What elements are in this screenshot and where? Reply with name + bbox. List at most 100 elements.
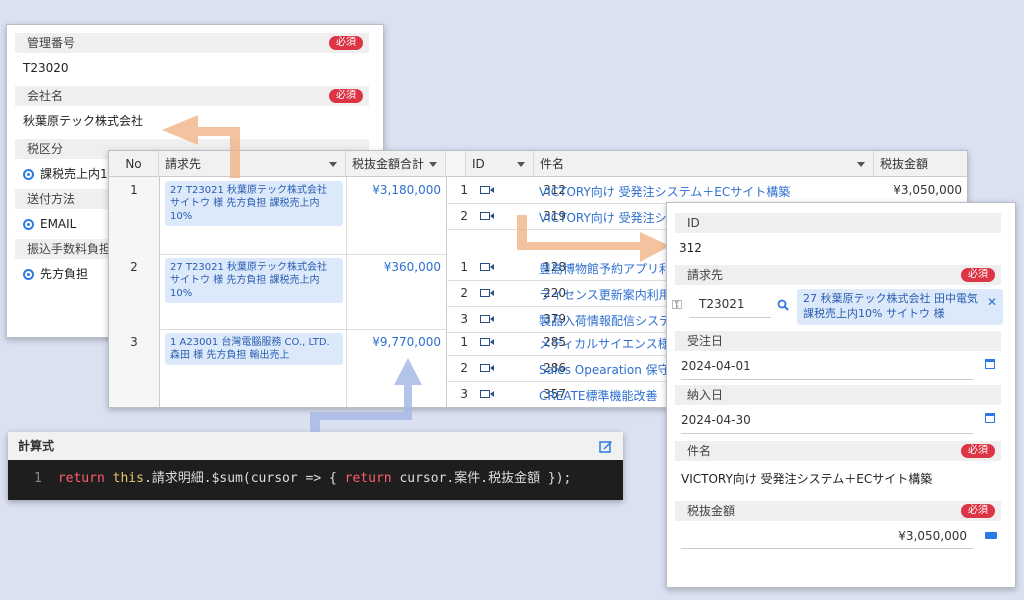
- detail-index: 1: [460, 260, 468, 274]
- formula-code-line[interactable]: 1 return this.請求明細.$sum(cursor => { retur…: [8, 460, 623, 498]
- detail-row-icon[interactable]: [480, 338, 494, 346]
- search-icon[interactable]: [777, 299, 789, 311]
- col-header-no[interactable]: No: [109, 151, 159, 177]
- col-header-amount[interactable]: 税抜金額: [874, 151, 967, 177]
- sort-caret-icon[interactable]: [329, 162, 337, 167]
- amount-input[interactable]: ¥3,050,000: [681, 523, 973, 549]
- key-icon: ⚿: [672, 298, 682, 313]
- column-divider: [346, 177, 347, 407]
- detail-index: 1: [460, 183, 468, 197]
- detail-row-icon[interactable]: [480, 212, 494, 220]
- detail-index: 3: [460, 312, 468, 326]
- col-header-subject[interactable]: 件名: [534, 151, 874, 177]
- amount-label-text: 税抜金額: [687, 504, 736, 518]
- fee-option-label: 先方負担: [40, 267, 89, 281]
- sort-caret-icon[interactable]: [857, 162, 865, 167]
- client-field: ⚿ T23021 27 秋葉原テック株式会社 田中電気 課税売上内10% サイト…: [672, 285, 1003, 331]
- code-keyword: return: [57, 471, 105, 486]
- detail-row-icon[interactable]: [480, 315, 494, 323]
- order-date-field: 2024-04-01: [675, 351, 1001, 385]
- detail-row-icon[interactable]: [480, 263, 494, 271]
- keyboard-icon[interactable]: [985, 532, 997, 539]
- subject-label-text: 件名: [687, 444, 712, 458]
- delivery-date-field: 2024-04-30: [675, 405, 1001, 439]
- calendar-icon[interactable]: [985, 413, 995, 423]
- formula-title: 計算式: [18, 439, 55, 453]
- detail-row-icon[interactable]: [480, 364, 494, 372]
- amount-label: 税抜金額 必須: [675, 501, 1001, 521]
- row-total: ¥3,180,000: [372, 183, 441, 197]
- row-number: 1: [109, 177, 159, 254]
- sort-caret-icon[interactable]: [429, 162, 437, 167]
- detail-row-icon[interactable]: [480, 186, 494, 194]
- company-field[interactable]: 秋葉原テック株式会社: [15, 106, 369, 136]
- id-field: 312: [679, 241, 702, 255]
- company-label: 会社名 必須: [15, 86, 369, 106]
- subject-field[interactable]: VICTORY向け 受発注システム＋ECサイト構築: [675, 461, 1001, 497]
- detail-amount: ¥3,050,000: [893, 183, 962, 197]
- col-header-subject-text: 件名: [540, 157, 565, 171]
- detail-row[interactable]: 1 312 VICTORY向け 受発注システム＋ECサイト構築 ¥3,050,0…: [446, 177, 967, 204]
- detail-subject-link[interactable]: 豊島博物館予約アプリ利: [539, 260, 671, 277]
- detail-subject-link[interactable]: CREATE標準機能改善: [539, 387, 658, 404]
- client-chip[interactable]: 27 T23021 秋葉原テック株式会社 サイトウ 様 先方負担 課税売上内10…: [165, 181, 343, 226]
- detail-subject-link[interactable]: ライセンス更新案内利用: [539, 286, 671, 303]
- code-expression: .請求明細.$sum(cursor => {: [143, 471, 345, 486]
- col-header-spacer: [446, 151, 466, 177]
- detail-index: 2: [460, 361, 468, 375]
- required-badge: 必須: [961, 444, 995, 458]
- edit-icon[interactable]: [599, 439, 613, 453]
- code-keyword: return: [344, 471, 392, 486]
- required-badge: 必須: [329, 36, 363, 50]
- detail-form-panel: ID 312 請求先 必須 ⚿ T23021 27 秋葉原テック株式会社 田中電気…: [666, 202, 1016, 588]
- detail-subject-link[interactable]: 製品入荷情報配信システ: [539, 312, 671, 329]
- client-label-text: 請求先: [687, 268, 724, 282]
- row-total: ¥360,000: [383, 260, 441, 274]
- client-label: 請求先 必須: [675, 265, 1001, 285]
- detail-subject-link[interactable]: Sales Opearation 保守サ: [539, 361, 682, 378]
- subject-label: 件名 必須: [675, 441, 1001, 461]
- column-divider: [159, 177, 160, 407]
- client-chip[interactable]: 27 T23021 秋葉原テック株式会社 サイトウ 様 先方負担 課税売上内10…: [165, 258, 343, 303]
- kanri-label-text: 管理番号: [27, 36, 76, 50]
- amount-field: ¥3,050,000: [675, 521, 1001, 553]
- detail-index: 3: [460, 387, 468, 401]
- row-total: ¥9,770,000: [372, 335, 441, 349]
- col-header-client-text: 請求先: [165, 157, 202, 171]
- detail-index: 2: [460, 286, 468, 300]
- col-header-id[interactable]: ID: [466, 151, 534, 177]
- required-badge: 必須: [329, 89, 363, 103]
- detail-index: 2: [460, 209, 468, 223]
- delivery-date-input[interactable]: 2024-04-30: [681, 407, 973, 434]
- required-badge: 必須: [961, 268, 995, 282]
- kanri-field[interactable]: T23020: [15, 53, 369, 83]
- order-date-label: 受注日: [675, 331, 1001, 351]
- delivery-date-label: 納入日: [675, 385, 1001, 405]
- order-date-input[interactable]: 2024-04-01: [681, 353, 973, 380]
- client-chip[interactable]: 27 秋葉原テック株式会社 田中電気 課税売上内10% サイトウ 様: [797, 289, 1003, 325]
- code-expression-end: cursor.案件.税抜金額 });: [391, 471, 572, 486]
- required-badge: 必須: [961, 504, 995, 518]
- sort-caret-icon[interactable]: [517, 162, 525, 167]
- col-header-client[interactable]: 請求先: [159, 151, 346, 177]
- detail-row-icon[interactable]: [480, 289, 494, 297]
- client-chip[interactable]: 1 A23001 台灣電腦服務 CO., LTD. 森田 様 先方負担 輸出売上: [165, 333, 343, 365]
- col-header-subtotal-text: 税抜金額合計: [352, 157, 425, 171]
- company-label-text: 会社名: [27, 89, 64, 103]
- row-number: 3: [109, 329, 159, 407]
- detail-row-icon[interactable]: [480, 390, 494, 398]
- detail-subject-link[interactable]: VICTORY向け 受発注システム＋ECサイト構築: [539, 183, 790, 200]
- id-label: ID: [675, 213, 1001, 233]
- client-code-input[interactable]: T23021: [689, 291, 771, 318]
- line-number: 1: [34, 471, 42, 486]
- send-option-label: EMAIL: [40, 217, 77, 231]
- radio-selected-icon: [23, 169, 34, 180]
- col-header-id-text: ID: [472, 157, 485, 171]
- detail-subject-link[interactable]: メディカルサイエンス様: [539, 335, 670, 352]
- calendar-icon[interactable]: [985, 359, 995, 369]
- col-header-subtotal[interactable]: 税抜金額合計: [346, 151, 446, 177]
- code-this: this: [112, 471, 144, 486]
- kanri-label: 管理番号 必須: [15, 33, 369, 53]
- close-icon[interactable]: ✕: [987, 295, 997, 309]
- radio-selected-icon: [23, 269, 34, 280]
